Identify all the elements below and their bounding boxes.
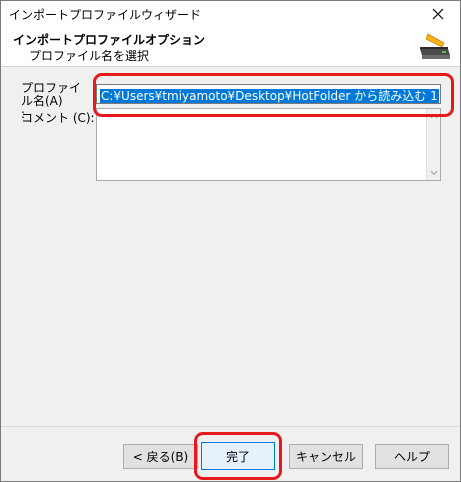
header-title: インポートプロファイルオプション: [13, 33, 206, 47]
footer-divider: [1, 426, 460, 427]
comment-textarea[interactable]: [96, 108, 441, 181]
window-title: インポートプロファイルウィザード: [9, 8, 202, 22]
comment-scrollbar[interactable]: [426, 109, 440, 180]
chevron-down-icon: [430, 170, 438, 176]
chevron-up-icon: [430, 113, 438, 119]
profile-name-input[interactable]: C:¥Users¥tmiyamoto¥Desktop¥HotFolder から読…: [96, 84, 441, 104]
import-profile-wizard-window: インポートプロファイルウィザード インポートプロファイルオプション プロファイル…: [0, 0, 461, 482]
profile-name-value: C:¥Users¥tmiyamoto¥Desktop¥HotFolder から読…: [100, 89, 439, 103]
wizard-header: インポートプロファイルオプション プロファイル名を選択: [1, 27, 460, 67]
title-bar: インポートプロファイルウィザード: [1, 1, 460, 27]
header-subtitle: プロファイル名を選択: [29, 49, 150, 63]
close-button[interactable]: [416, 1, 460, 27]
scroll-down-button[interactable]: [428, 167, 440, 179]
scroll-up-button[interactable]: [428, 110, 440, 122]
close-icon: [432, 8, 444, 20]
cancel-button[interactable]: キャンセル: [289, 444, 363, 469]
comment-label: コメント (C):: [21, 111, 95, 125]
back-button[interactable]: < 戻る(B): [123, 444, 198, 469]
scanner-icon: [420, 33, 450, 59]
finish-button[interactable]: 完了: [201, 442, 275, 470]
help-button[interactable]: ヘルプ: [375, 444, 449, 469]
